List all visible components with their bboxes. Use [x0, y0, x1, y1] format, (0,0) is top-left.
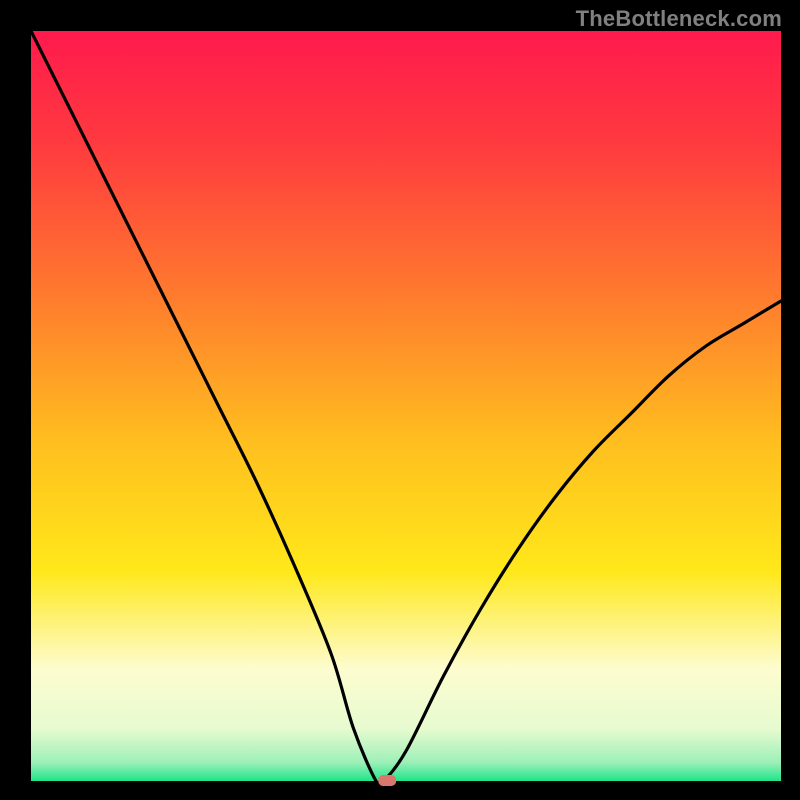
watermark-text: TheBottleneck.com: [576, 6, 782, 32]
bottleneck-chart: [0, 0, 800, 800]
plot-background: [31, 31, 781, 781]
chart-container: TheBottleneck.com: [0, 0, 800, 800]
optimal-point-marker: [378, 775, 396, 786]
